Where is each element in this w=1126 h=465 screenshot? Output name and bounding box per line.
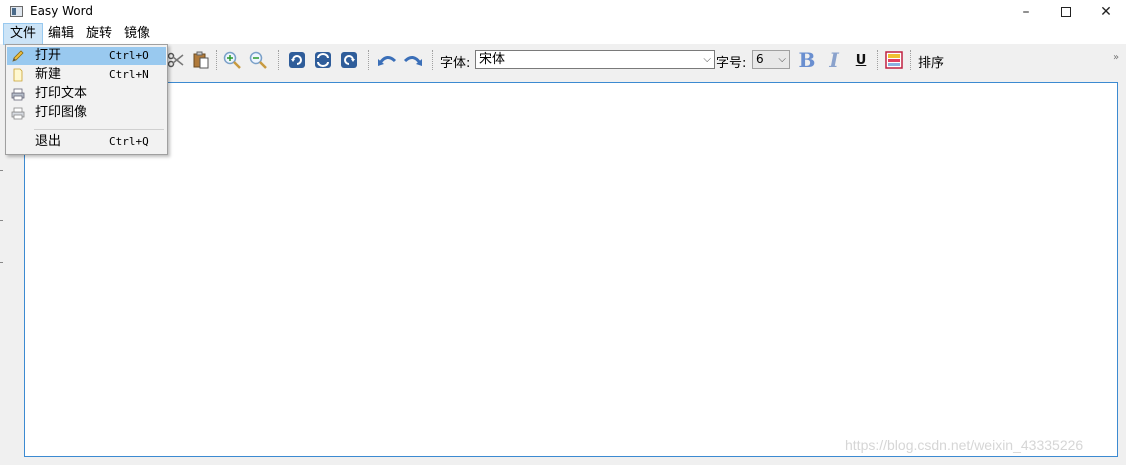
printer-icon [11, 107, 25, 120]
menu-mirror[interactable]: 镜像 [118, 24, 156, 44]
title-bar: Easy Word – ✕ [0, 0, 1126, 24]
rotate-180-button[interactable] [312, 49, 334, 71]
color-button[interactable] [883, 49, 905, 71]
menu-item-exit[interactable]: 退出 Ctrl+Q [7, 133, 166, 151]
chevron-down-icon: ⌵ [703, 54, 711, 65]
size-label: 字号: [716, 56, 747, 71]
toolbar-overflow-icon[interactable]: » [1113, 52, 1119, 63]
menu-rotate[interactable]: 旋转 [80, 24, 118, 44]
toolbar-separator [216, 50, 218, 70]
maximize-button[interactable] [1046, 0, 1086, 24]
minimize-button[interactable]: – [1006, 0, 1046, 24]
rotate-icon [341, 52, 357, 68]
left-edge-mark [0, 262, 3, 263]
underline-button[interactable]: U [850, 49, 872, 71]
menu-item-label: 打印图像 [35, 105, 88, 120]
rotate-270-button[interactable] [338, 49, 360, 71]
toolbar-separator [432, 50, 434, 70]
sort-button[interactable]: 排序 [918, 52, 944, 71]
toolbar-separator [368, 50, 370, 70]
zoom-out-icon [249, 51, 267, 69]
menu-item-shortcut: Ctrl+O [109, 49, 149, 62]
menu-item-label: 打开 [35, 48, 62, 63]
italic-icon: I [829, 48, 839, 72]
menu-item-print-image[interactable]: 打印图像 [7, 104, 166, 122]
left-edge-mark [0, 220, 3, 221]
color-palette-icon [885, 51, 903, 69]
rotate-icon [289, 52, 305, 68]
bold-button[interactable]: B [796, 48, 818, 72]
menu-edit[interactable]: 编辑 [42, 24, 80, 44]
menu-item-label: 退出 [35, 134, 62, 149]
window-title: Easy Word [30, 4, 93, 18]
pencil-icon [12, 50, 24, 62]
font-family-select[interactable]: 宋体 ⌵ [475, 50, 715, 69]
undo-icon [378, 56, 397, 66]
font-size-select[interactable]: 6 ⌵ [752, 50, 790, 69]
bold-icon: B [798, 48, 816, 72]
cut-button[interactable] [165, 49, 187, 71]
maximize-icon [1061, 7, 1071, 17]
menu-item-open[interactable]: 打开 Ctrl+O [7, 47, 166, 65]
toolbar-separator [910, 50, 912, 70]
paste-icon [193, 51, 209, 69]
zoom-in-button[interactable] [221, 49, 243, 71]
toolbar-separator [278, 50, 280, 70]
menu-item-print-text[interactable]: 打印文本 [7, 85, 166, 103]
menu-item-shortcut: Ctrl+N [109, 68, 149, 81]
menu-item-label: 新建 [35, 67, 62, 82]
menu-bar: 文件 编辑 旋转 镜像 [0, 23, 1126, 45]
close-button[interactable]: ✕ [1086, 0, 1126, 24]
menu-file[interactable]: 文件 [2, 23, 44, 45]
paste-button[interactable] [190, 49, 212, 71]
font-label: 字体: [440, 56, 471, 71]
menu-item-label: 打印文本 [35, 86, 88, 101]
left-edge-mark [0, 170, 3, 171]
app-icon [10, 6, 23, 17]
rotate-icon [315, 52, 331, 68]
rotate-90-button[interactable] [286, 49, 308, 71]
menu-item-shortcut: Ctrl+Q [109, 135, 149, 148]
file-menu: 打开 Ctrl+O 新建 Ctrl+N 打印文本 打印图像 退出 Ctrl+Q [5, 44, 168, 155]
font-family-value: 宋体 [479, 52, 506, 67]
redo-button[interactable] [402, 49, 424, 71]
undo-button[interactable] [376, 49, 398, 71]
underline-icon: U [855, 52, 867, 68]
font-size-value: 6 [756, 52, 764, 66]
scissors-icon [167, 52, 184, 68]
new-document-icon [13, 68, 23, 82]
printer-icon [11, 88, 25, 101]
menu-separator [34, 129, 164, 130]
zoom-in-icon [223, 51, 241, 69]
chevron-down-icon: ⌵ [778, 54, 786, 65]
menu-item-new[interactable]: 新建 Ctrl+N [7, 66, 166, 84]
italic-button[interactable]: I [823, 48, 845, 72]
text-editor[interactable] [24, 82, 1118, 457]
watermark: https://blog.csdn.net/weixin_43335226 [845, 437, 1084, 453]
redo-icon [403, 56, 422, 66]
zoom-out-button[interactable] [247, 49, 269, 71]
toolbar-separator [877, 50, 879, 70]
app-window: Easy Word – ✕ 文件 编辑 旋转 镜像 字体: 字号: B I U … [0, 0, 1126, 465]
